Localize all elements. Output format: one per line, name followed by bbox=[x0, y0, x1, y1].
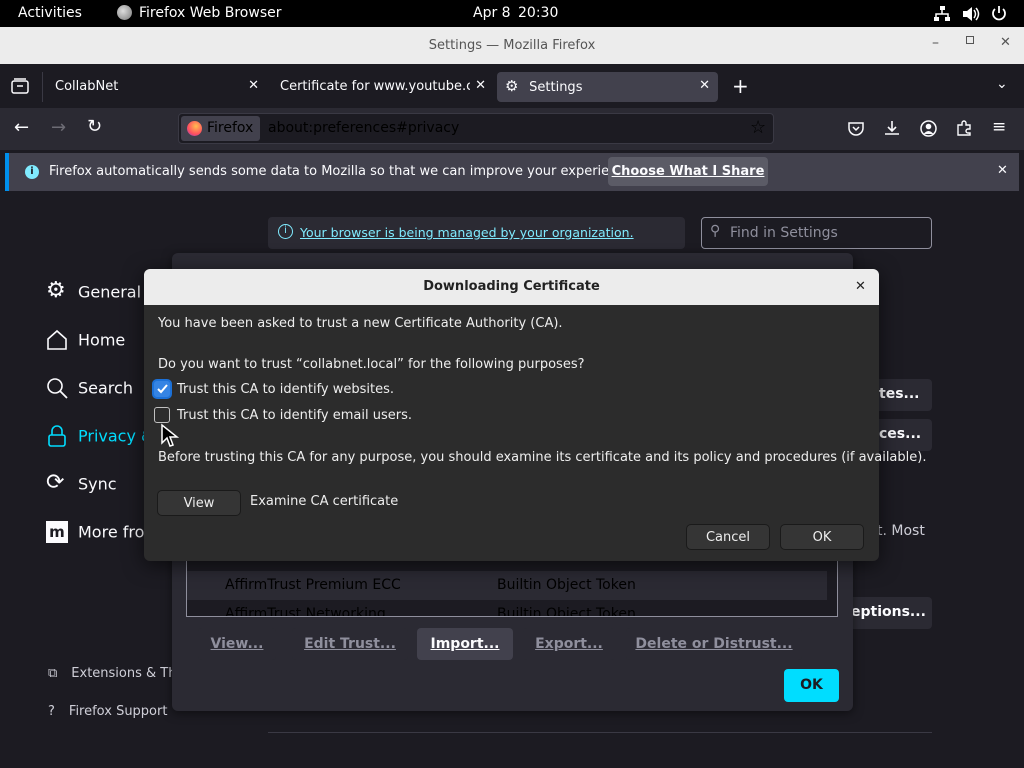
cancel-button[interactable]: Cancel bbox=[686, 524, 770, 550]
back-icon[interactable]: ← bbox=[14, 117, 29, 138]
notification-message: Firefox automatically sends some data to… bbox=[49, 164, 637, 179]
search-icon: ⚲ bbox=[710, 223, 721, 239]
tab-collabnet[interactable]: CollabNet ✕ bbox=[45, 72, 267, 102]
new-tab-icon[interactable]: + bbox=[732, 74, 749, 98]
close-dialog-icon[interactable]: ✕ bbox=[855, 279, 866, 294]
sync-icon: ⟳ bbox=[46, 470, 65, 495]
find-in-settings[interactable]: ⚲ Find in Settings bbox=[701, 217, 932, 249]
certificate-list[interactable]: AffirmTrust Premium ECC Builtin Object T… bbox=[186, 561, 838, 617]
power-icon[interactable] bbox=[991, 5, 1007, 21]
mozilla-icon: m bbox=[46, 521, 68, 543]
sidebar-item-search[interactable]: Search bbox=[46, 377, 133, 401]
account-icon[interactable] bbox=[920, 120, 937, 137]
tab-label: Certificate for www.youtube.co bbox=[280, 79, 470, 94]
identity-box[interactable]: Firefox bbox=[181, 116, 260, 141]
dialog-intro: You have been asked to trust a new Certi… bbox=[158, 316, 563, 331]
cert-name: AffirmTrust Networking bbox=[225, 606, 386, 617]
close-tab-icon[interactable]: ✕ bbox=[248, 78, 259, 93]
cert-device: Builtin Object Token bbox=[497, 606, 636, 617]
cert-delete-button[interactable]: Delete or Distrust... bbox=[626, 628, 802, 660]
table-row[interactable]: AffirmTrust Networking Builtin Object To… bbox=[187, 600, 827, 617]
table-row[interactable]: AffirmTrust Premium ECC Builtin Object T… bbox=[187, 571, 827, 600]
sidebar-item-more-from-mozilla[interactable]: m More fro bbox=[46, 521, 144, 545]
list-all-tabs-icon[interactable]: ⌄ bbox=[996, 76, 1008, 92]
activities-button[interactable]: Activities bbox=[18, 5, 82, 21]
sidebar-support-link[interactable]: ? Firefox Support bbox=[48, 704, 167, 719]
ok-button[interactable]: OK bbox=[780, 524, 864, 550]
trust-email-label[interactable]: Trust this CA to identify email users. bbox=[177, 408, 412, 423]
search-icon bbox=[46, 377, 68, 399]
lock-icon bbox=[46, 425, 68, 447]
home-icon bbox=[46, 329, 68, 351]
cert-import-button[interactable]: Import... bbox=[417, 628, 513, 660]
downloads-icon[interactable] bbox=[884, 120, 900, 136]
notification-bar: i Firefox automatically sends some data … bbox=[5, 153, 1019, 191]
close-tab-icon[interactable]: ✕ bbox=[699, 78, 710, 93]
reload-icon[interactable]: ↻ bbox=[87, 116, 102, 137]
dialog-question: Do you want to trust “collabnet.local” f… bbox=[158, 357, 585, 372]
tab-certificate[interactable]: Certificate for www.youtube.co ✕ bbox=[270, 72, 494, 102]
network-icon[interactable] bbox=[934, 6, 950, 22]
cert-view-button[interactable]: View... bbox=[198, 628, 276, 660]
firefox-app-icon bbox=[117, 5, 132, 20]
cert-manager-ok-button[interactable]: OK bbox=[784, 669, 839, 702]
view-certificate-button[interactable]: View bbox=[157, 490, 241, 516]
dialog-warning: Before trusting this CA for any purpose,… bbox=[158, 450, 927, 465]
managed-notice: i Your browser is being managed by your … bbox=[268, 217, 685, 249]
maximize-icon[interactable] bbox=[966, 36, 974, 44]
sidebar-item-general[interactable]: ⚙ General bbox=[46, 278, 141, 305]
tab-strip: CollabNet ✕ Certificate for www.youtube.… bbox=[0, 64, 1024, 108]
cert-export-button[interactable]: Export... bbox=[523, 628, 615, 660]
dialog-title: Downloading Certificate bbox=[144, 269, 879, 305]
bookmark-star-icon[interactable]: ☆ bbox=[750, 117, 766, 138]
window-title-bar: Settings — Mozilla Firefox – ✕ bbox=[0, 27, 1024, 64]
clock-date[interactable]: Apr 8 bbox=[473, 5, 511, 21]
forward-icon[interactable]: → bbox=[51, 117, 66, 138]
identity-label: Firefox bbox=[207, 120, 254, 136]
choose-what-i-share-button[interactable]: Choose What I Share bbox=[608, 157, 768, 186]
mouse-cursor-icon bbox=[161, 423, 180, 447]
close-notification-icon[interactable]: ✕ bbox=[997, 163, 1008, 178]
trust-email-checkbox[interactable] bbox=[154, 407, 170, 423]
tab-settings[interactable]: ⚙ Settings ✕ bbox=[497, 72, 718, 102]
view-certificate-caption: Examine CA certificate bbox=[250, 494, 399, 509]
cert-edit-trust-button[interactable]: Edit Trust... bbox=[292, 628, 408, 660]
find-in-settings-placeholder: Find in Settings bbox=[730, 225, 838, 241]
system-top-bar: Activities Firefox Web Browser Apr 8 20:… bbox=[0, 0, 1024, 27]
close-tab-icon[interactable]: ✕ bbox=[475, 78, 486, 93]
firefox-logo-icon bbox=[187, 121, 202, 136]
sidebar-item-sync[interactable]: ⟳ Sync bbox=[46, 470, 117, 497]
url-text[interactable]: about:preferences#privacy bbox=[268, 120, 459, 136]
sidebar-item-privacy[interactable]: Privacy & bbox=[46, 425, 154, 449]
window-title: Settings — Mozilla Firefox bbox=[428, 38, 596, 53]
clock-time[interactable]: 20:30 bbox=[518, 5, 558, 21]
trust-websites-checkbox[interactable] bbox=[154, 381, 170, 397]
gear-icon: ⚙ bbox=[505, 77, 519, 95]
tab-label: Settings bbox=[529, 80, 583, 95]
help-icon: ? bbox=[48, 704, 55, 719]
pocket-icon[interactable] bbox=[848, 121, 864, 136]
downloading-certificate-dialog: Downloading Certificate ✕ You have been … bbox=[144, 269, 926, 561]
extension-icon: ⧉ bbox=[48, 666, 58, 681]
url-bar[interactable]: Firefox about:preferences#privacy ☆ bbox=[178, 113, 774, 144]
managed-notice-link[interactable]: Your browser is being managed by your or… bbox=[300, 225, 634, 240]
cert-device: Builtin Object Token bbox=[497, 577, 636, 593]
extensions-icon[interactable] bbox=[956, 120, 972, 136]
cert-name: AffirmTrust Premium ECC bbox=[225, 577, 401, 593]
tab-label: CollabNet bbox=[55, 79, 119, 94]
checkmark-icon bbox=[157, 384, 168, 394]
sidebar-extensions-link[interactable]: ⧉ Extensions & Th bbox=[48, 666, 176, 681]
close-window-icon[interactable]: ✕ bbox=[1000, 35, 1011, 50]
minimize-icon[interactable]: – bbox=[932, 35, 939, 51]
partial-text: t. Most bbox=[877, 523, 925, 539]
gear-icon: ⚙ bbox=[46, 278, 66, 303]
sidebar-item-home[interactable]: Home bbox=[46, 329, 125, 353]
info-icon: i bbox=[278, 224, 293, 239]
trust-websites-label[interactable]: Trust this CA to identify websites. bbox=[177, 382, 394, 397]
firefox-view-icon[interactable] bbox=[11, 78, 29, 94]
menu-icon[interactable]: ≡ bbox=[992, 117, 1006, 137]
volume-icon[interactable] bbox=[962, 6, 980, 22]
app-menu[interactable]: Firefox Web Browser bbox=[139, 5, 282, 21]
info-icon: i bbox=[25, 165, 39, 179]
